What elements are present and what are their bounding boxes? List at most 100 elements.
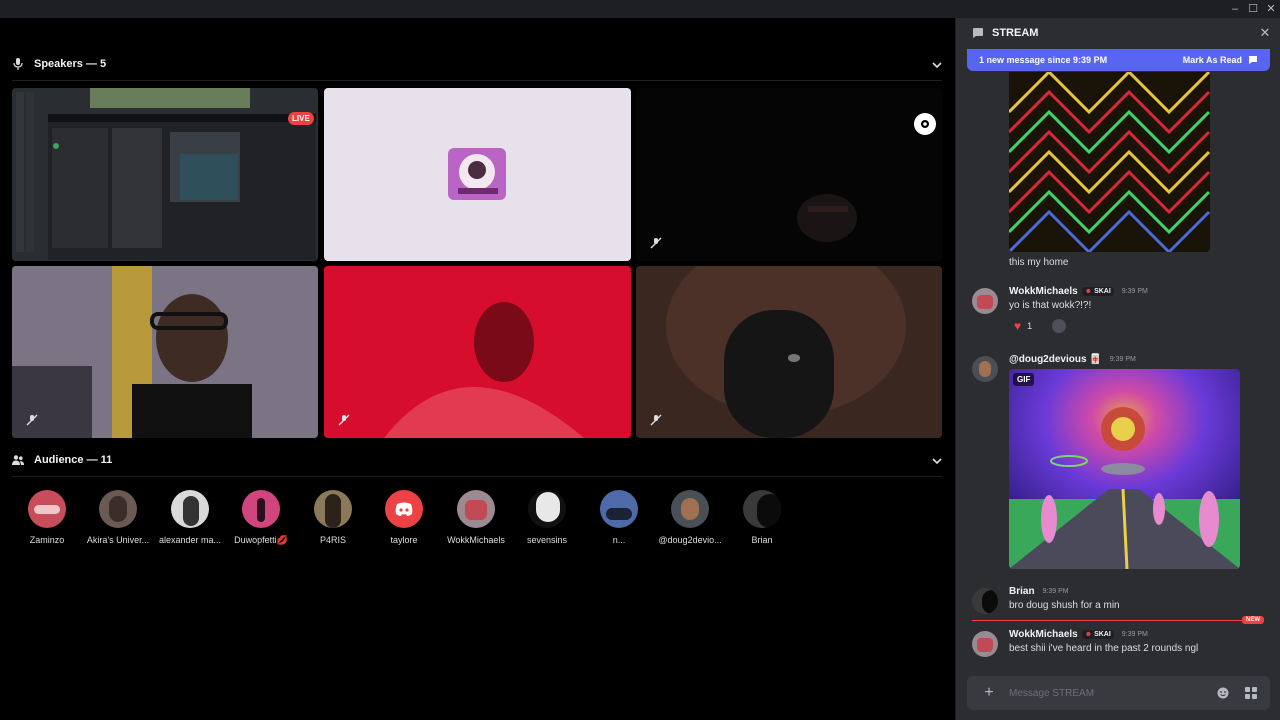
reaction-heart[interactable]: ♥ 1 xyxy=(1009,317,1038,335)
people-icon xyxy=(12,455,24,465)
audience-member-name: alexander ma... xyxy=(158,535,222,545)
avatar[interactable] xyxy=(972,356,998,382)
speakers-header: Speakers — 5 xyxy=(12,54,106,74)
add-reaction-icon[interactable] xyxy=(1052,319,1066,333)
chevron-down-icon[interactable] xyxy=(931,59,943,71)
speaker-video-dark xyxy=(797,194,857,242)
avatar xyxy=(28,490,66,528)
discord-default-avatar-icon xyxy=(385,490,423,528)
guild-tag: ☻ SKAI xyxy=(1081,630,1114,639)
new-messages-bar[interactable]: 1 new message since 9:39 PM Mark As Read xyxy=(967,49,1270,71)
audience-member-name: n... xyxy=(612,535,626,545)
mark-as-read-button[interactable]: Mark As Read xyxy=(1183,55,1258,65)
message-timestamp: 9:39 PM xyxy=(1042,588,1069,595)
message-timestamp: 9:39 PM xyxy=(1109,356,1136,363)
avatar xyxy=(600,490,638,528)
guild-tag: ☻ SKAI xyxy=(1081,287,1114,296)
heart-icon: ♥ xyxy=(1014,319,1022,333)
avatar[interactable] xyxy=(972,588,998,614)
message-author[interactable]: Brian xyxy=(1009,586,1035,597)
close-window-button[interactable]: ✕ xyxy=(1260,2,1280,16)
message-timestamp: 9:39 PM xyxy=(1121,288,1148,295)
audience-member[interactable]: Akira's Univer... xyxy=(83,490,153,545)
new-divider-label: NEW xyxy=(1242,616,1264,624)
muted-mic-icon xyxy=(26,414,38,426)
speaker-video-3 xyxy=(636,266,942,438)
psychedelic-image xyxy=(1009,72,1210,252)
skull-icon: ☻ xyxy=(1084,288,1093,295)
avatar[interactable] xyxy=(972,288,998,314)
audience-member-name: taylore xyxy=(390,535,418,545)
muted-mic-icon xyxy=(650,237,662,249)
audience-member-name: @doug2devio... xyxy=(658,535,722,545)
avatar xyxy=(242,490,280,528)
audience-member[interactable]: Duwopfetti💋 xyxy=(226,490,296,546)
new-messages-text: 1 new message since 9:39 PM xyxy=(979,55,1108,65)
message-input[interactable] xyxy=(1009,684,1209,702)
close-icon[interactable]: ✕ xyxy=(1258,26,1272,40)
gif-badge: GIF xyxy=(1013,373,1035,386)
divider xyxy=(12,80,942,81)
add-attachment-button[interactable]: + xyxy=(979,683,999,703)
speakers-heading: Speakers — 5 xyxy=(34,58,107,70)
audience-member-name: Akira's Univer... xyxy=(86,535,150,545)
avatar xyxy=(528,490,566,528)
audience-member[interactable]: P4RIS xyxy=(298,490,368,545)
audience-member[interactable]: @doug2devio... xyxy=(655,490,725,545)
muted-mic-icon xyxy=(650,414,662,426)
message-author[interactable]: WokkMichaels xyxy=(1009,286,1078,297)
speaker-video-2 xyxy=(324,266,631,438)
speaker-tile-avatar[interactable] xyxy=(324,88,631,261)
audience-member-name: WokkMichaels xyxy=(447,535,505,545)
message-author[interactable]: @doug2devious 🀄 xyxy=(1009,354,1102,365)
mark-as-read-label: Mark As Read xyxy=(1182,55,1242,65)
gif-image xyxy=(1009,369,1240,569)
apps-icon[interactable] xyxy=(1245,687,1257,699)
speaker-tile-3[interactable] xyxy=(636,266,942,438)
avatar xyxy=(314,490,352,528)
muted-mic-icon xyxy=(338,414,350,426)
message-author[interactable]: WokkMichaels xyxy=(1009,629,1078,640)
screen-share-tile[interactable] xyxy=(12,88,318,261)
speaker-tile-1[interactable] xyxy=(12,266,318,438)
audience-member-name: sevensins xyxy=(526,535,568,545)
avatar xyxy=(457,490,495,528)
gif-attachment[interactable]: GIF xyxy=(1009,369,1240,569)
audience-member-name: Duwopfetti💋 xyxy=(234,535,288,545)
avatar xyxy=(99,490,137,528)
mark-read-icon xyxy=(1249,56,1257,64)
divider xyxy=(12,476,942,477)
audience-member[interactable]: n... xyxy=(584,490,654,545)
window-titlebar: – ☐ ✕ xyxy=(0,0,1280,18)
chat-bubble-icon xyxy=(973,28,983,38)
audience-member[interactable]: Brian xyxy=(727,490,797,545)
chevron-down-icon[interactable] xyxy=(931,455,943,467)
emoji-icon[interactable] xyxy=(1217,687,1229,699)
audience-member[interactable]: WokkMichaels xyxy=(441,490,511,545)
audience-member-name: Zaminzo xyxy=(29,535,65,545)
message-timestamp: 9:39 PM xyxy=(1121,631,1148,638)
chat-panel: STREAM ✕ 1 new message since 9:39 PM Mar… xyxy=(955,18,1280,720)
speaker-video-1 xyxy=(12,266,318,438)
speaker-tile-2[interactable] xyxy=(324,266,631,438)
avatar xyxy=(171,490,209,528)
avatar[interactable] xyxy=(972,631,998,657)
speaker-tile-dark[interactable] xyxy=(636,88,942,261)
channel-name: STREAM xyxy=(992,27,1039,39)
audience-member[interactable]: Zaminzo xyxy=(12,490,82,545)
audience-member[interactable]: sevensins xyxy=(512,490,582,545)
audience-member-name: Brian xyxy=(751,535,773,545)
camera-icon[interactable] xyxy=(914,113,936,135)
audience-list: Zaminzo Akira's Univer... alexander ma..… xyxy=(12,490,942,550)
avatar xyxy=(743,490,781,528)
live-badge: LIVE xyxy=(288,112,314,125)
audience-member[interactable]: alexander ma... xyxy=(155,490,225,545)
avatar xyxy=(671,490,709,528)
image-attachment[interactable] xyxy=(1009,72,1210,252)
message-text: best shii i've heard in the past 2 round… xyxy=(1009,643,1199,654)
audience-member-name: P4RIS xyxy=(319,535,346,545)
audience-header: Audience — 11 xyxy=(12,450,112,470)
message-composer: + xyxy=(967,676,1270,710)
audience-member[interactable]: taylore xyxy=(369,490,439,545)
stage-area: Speakers — 5 LIVE Audience — 11 Zaminzo … xyxy=(0,18,955,720)
